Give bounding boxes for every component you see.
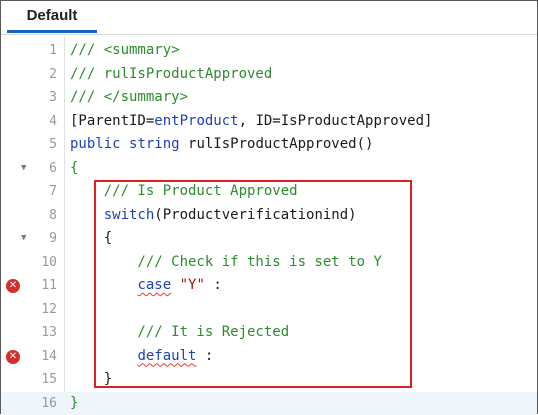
code-line[interactable]: ✕ 14 default : bbox=[1, 345, 537, 368]
code-text: [ParentID=entProduct, ID=IsProductApprov… bbox=[70, 110, 432, 133]
code-token: public bbox=[70, 136, 121, 152]
code-token: : bbox=[204, 277, 222, 293]
code-text: { bbox=[70, 157, 78, 180]
code-token: string bbox=[129, 136, 180, 152]
code-token: /// It is Rejected bbox=[70, 324, 290, 340]
code-line[interactable]: 5 public string rulIsProductApproved() bbox=[1, 133, 537, 156]
line-number: 12 bbox=[41, 301, 57, 317]
code-text: { bbox=[70, 227, 112, 250]
code-token: /// </summary> bbox=[70, 89, 189, 105]
line-number: 1 bbox=[49, 43, 57, 58]
code-line[interactable]: 12 bbox=[1, 298, 537, 321]
code-line[interactable]: 8 switch(Productverificationind) bbox=[1, 204, 537, 227]
code-token: { bbox=[70, 159, 79, 176]
code-text: public string rulIsProductApproved() bbox=[70, 133, 373, 156]
code-token: [ParentID= bbox=[70, 112, 155, 129]
line-number: 6 bbox=[49, 160, 57, 176]
line-number: 14 bbox=[41, 348, 57, 364]
line-number: 7 bbox=[49, 184, 57, 199]
code-text: switch(Productverificationind) bbox=[70, 204, 357, 227]
line-number: 13 bbox=[41, 325, 57, 340]
code-token: entProduct bbox=[154, 112, 239, 129]
code-line[interactable]: 15 } bbox=[1, 368, 537, 391]
code-text: /// <summary> bbox=[70, 39, 180, 62]
tab-bar: Default bbox=[1, 1, 537, 35]
line-number: 16 bbox=[41, 395, 57, 411]
code-text: } bbox=[70, 368, 112, 391]
code-token: } bbox=[70, 394, 79, 411]
code-text: /// rulIsProductApproved bbox=[70, 63, 272, 86]
code-text: default : bbox=[70, 345, 213, 368]
code-token: /// <summary> bbox=[70, 42, 180, 58]
editor-window: Default 1 /// <summary> 2 /// rulIsProductA… bbox=[0, 0, 538, 415]
code-line[interactable]: ▼ 9 { bbox=[1, 227, 537, 250]
code-line[interactable]: 10 /// Check if this is set to Y bbox=[1, 251, 537, 274]
code-text: case "Y" : bbox=[70, 274, 222, 297]
code-token: rulIsProductApproved() bbox=[179, 136, 374, 152]
line-number: 5 bbox=[49, 137, 57, 152]
line-number: 11 bbox=[41, 278, 57, 293]
code-line[interactable]: 4 [ParentID=entProduct, ID=IsProductAppro… bbox=[1, 110, 537, 133]
code-token: /// Is Product Approved bbox=[70, 183, 298, 199]
code-line[interactable]: 16} bbox=[1, 391, 537, 415]
error-token: case bbox=[137, 277, 172, 293]
code-text: /// It is Rejected bbox=[70, 321, 289, 344]
code-token: } bbox=[70, 371, 113, 387]
code-text: /// </summary> bbox=[70, 86, 188, 109]
code-token: switch bbox=[103, 206, 155, 223]
code-line[interactable]: ✕ 11 case "Y" : bbox=[1, 274, 537, 297]
line-number: 3 bbox=[49, 90, 57, 105]
error-x-icon[interactable]: ✕ bbox=[6, 349, 20, 364]
line-number: 15 bbox=[41, 372, 57, 387]
code-line[interactable]: 3 /// </summary> bbox=[1, 86, 537, 109]
code-text: /// Is Product Approved bbox=[70, 180, 298, 203]
line-number: 8 bbox=[49, 207, 57, 223]
code-line[interactable]: 2 /// rulIsProductApproved bbox=[1, 63, 537, 86]
code-token: { bbox=[70, 230, 113, 246]
error-token: default bbox=[137, 347, 197, 364]
line-number: 2 bbox=[49, 66, 57, 82]
code-token: "Y" bbox=[179, 277, 205, 293]
code-editor[interactable]: 1 /// <summary> 2 /// rulIsProductApproved 3… bbox=[1, 37, 537, 415]
code-text: /// Check if this is set to Y bbox=[70, 251, 382, 274]
line-number: 9 bbox=[49, 231, 57, 246]
code-token: : bbox=[196, 347, 214, 364]
code-token: /// Check if this is set to Y bbox=[70, 253, 382, 270]
code-token: /// rulIsProductApproved bbox=[70, 65, 273, 82]
code-token: , ID=IsProductApproved] bbox=[238, 112, 433, 129]
line-number: 10 bbox=[41, 254, 57, 270]
code-line[interactable]: ▼ 6{ bbox=[1, 157, 537, 180]
error-x-icon[interactable]: ✕ bbox=[6, 279, 20, 293]
tab-default[interactable]: Default bbox=[7, 1, 97, 33]
code-line[interactable]: 1 /// <summary> bbox=[1, 39, 537, 62]
code-line[interactable]: 7 /// Is Product Approved bbox=[1, 180, 537, 203]
code-text: } bbox=[70, 392, 78, 415]
code-token: (Productverificationind) bbox=[154, 206, 357, 223]
code-line[interactable]: 13 /// It is Rejected bbox=[1, 321, 537, 344]
line-number: 4 bbox=[49, 113, 57, 129]
